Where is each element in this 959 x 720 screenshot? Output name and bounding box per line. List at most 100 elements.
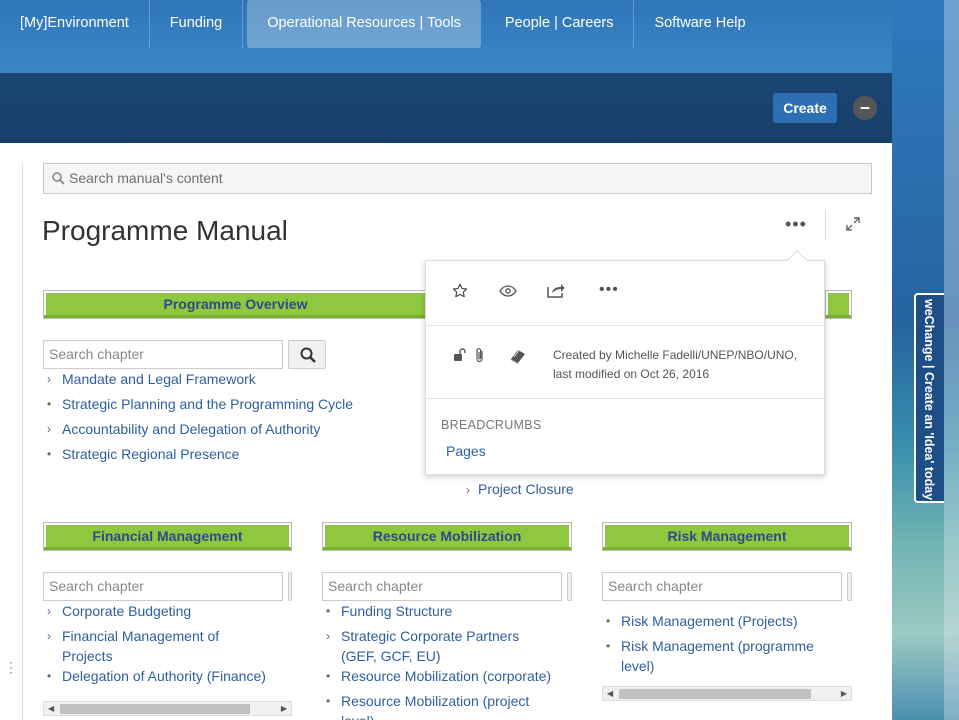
list-item[interactable]: • Risk Management (programme level) bbox=[602, 636, 847, 676]
chapter-search-button[interactable] bbox=[567, 572, 572, 601]
chapter-link[interactable]: Resource Mobilization (project level) bbox=[341, 691, 541, 720]
chapter-list-programme-overview: › Mandate and Legal Framework • Strategic … bbox=[43, 369, 403, 469]
bullet: › bbox=[47, 422, 51, 436]
chapter-search-input[interactable]: Search chapter bbox=[602, 572, 842, 601]
scroll-right-icon[interactable]: ▶ bbox=[841, 687, 847, 701]
list-item[interactable]: • Risk Management (Projects) bbox=[602, 611, 847, 631]
chapter-link[interactable]: Financial Management of Projects bbox=[62, 626, 232, 666]
section-header-financial-management: Financial Management bbox=[43, 522, 292, 551]
chapter-link[interactable]: Delegation of Authority (Finance) bbox=[62, 668, 266, 684]
chapter-search-input[interactable]: Search chapter bbox=[322, 572, 562, 601]
chapter-search-input[interactable]: Search chapter bbox=[43, 340, 283, 369]
list-item[interactable]: › Strategic Corporate Partners (GEF, GCF,… bbox=[322, 626, 567, 666]
search-icon bbox=[52, 172, 65, 185]
page-title: Programme Manual bbox=[42, 215, 288, 246]
drag-handle-icon[interactable]: · · · bbox=[9, 656, 13, 678]
list-item[interactable]: › Financial Management of Projects bbox=[43, 626, 288, 666]
create-button[interactable]: Create bbox=[773, 93, 837, 123]
search-icon bbox=[300, 347, 316, 363]
chapter-link[interactable]: Strategic Regional Presence bbox=[62, 446, 239, 462]
more-actions-button[interactable]: ••• bbox=[785, 214, 807, 235]
more-icon[interactable]: ••• bbox=[599, 281, 619, 299]
bullet: • bbox=[326, 604, 331, 618]
nav-item-software-help[interactable]: Software Help bbox=[634, 0, 765, 48]
scroll-right-icon[interactable]: ▶ bbox=[281, 702, 287, 716]
collapse-button[interactable]: – bbox=[853, 96, 877, 120]
list-item[interactable]: › Accountability and Delegation of Author… bbox=[43, 419, 403, 439]
chapter-link[interactable]: Strategic Corporate Partners (GEF, GCF, … bbox=[341, 626, 531, 666]
popup-actions-row bbox=[426, 261, 824, 326]
list-item[interactable]: › Project Closure bbox=[466, 481, 574, 497]
divider bbox=[22, 163, 23, 720]
horizontal-scrollbar[interactable]: ◀ ▶ bbox=[43, 701, 292, 716]
list-item[interactable]: • Funding Structure bbox=[322, 601, 567, 621]
bullet: • bbox=[47, 447, 52, 461]
wechange-feedback-tab[interactable]: weChange | Create an 'Idea' today! bbox=[914, 293, 944, 505]
chapter-search-button[interactable] bbox=[288, 340, 326, 369]
expand-icon[interactable] bbox=[846, 217, 860, 231]
scroll-left-icon[interactable]: ◀ bbox=[607, 687, 613, 701]
watch-eye-icon[interactable] bbox=[499, 285, 517, 297]
chapter-link[interactable]: Risk Management (programme level) bbox=[621, 636, 831, 676]
chapter-link[interactable]: Risk Management (Projects) bbox=[621, 613, 798, 629]
search-placeholder: Search manual's content bbox=[69, 170, 223, 186]
section-header-risk-management: Risk Management bbox=[602, 522, 852, 551]
chapter-list-financial-management: › Corporate Budgeting › Financial Manageme… bbox=[43, 601, 288, 691]
unlock-icon[interactable] bbox=[453, 348, 467, 362]
chapter-link[interactable]: Funding Structure bbox=[341, 603, 452, 619]
wechange-label: weChange | Create an 'Idea' today! bbox=[922, 299, 936, 505]
list-item[interactable]: • Strategic Planning and the Programming … bbox=[43, 394, 403, 414]
horizontal-scrollbar[interactable]: ◀ ▶ bbox=[602, 686, 852, 701]
list-item[interactable]: • Resource Mobilization (corporate) bbox=[322, 666, 567, 686]
top-navigation: [My]Environment Funding Operational Reso… bbox=[0, 0, 944, 48]
header-band bbox=[0, 73, 892, 143]
chapter-link[interactable]: Corporate Budgeting bbox=[62, 603, 191, 619]
chapter-link[interactable]: Strategic Planning and the Programming C… bbox=[62, 396, 353, 412]
chapter-search-button[interactable] bbox=[288, 572, 292, 601]
bullet: › bbox=[47, 629, 51, 643]
list-item[interactable]: › Mandate and Legal Framework bbox=[43, 369, 403, 389]
bullet: • bbox=[326, 669, 331, 683]
chapter-link[interactable]: Mandate and Legal Framework bbox=[62, 371, 256, 387]
nav-item-funding[interactable]: Funding bbox=[150, 0, 244, 48]
bullet: • bbox=[606, 639, 611, 653]
section-header-programme-overview: Programme Overview bbox=[43, 290, 428, 319]
breadcrumbs-heading: BREADCRUMBS bbox=[441, 418, 542, 432]
divider bbox=[825, 210, 826, 240]
manual-search-input[interactable]: Search manual's content bbox=[43, 163, 872, 194]
nav-item-my-environment[interactable]: [My]Environment bbox=[0, 0, 150, 48]
chapter-search-input[interactable]: Search chapter bbox=[43, 572, 283, 601]
chapter-link[interactable]: Accountability and Delegation of Authori… bbox=[62, 421, 320, 437]
page-actions-popup: ••• Created by Michelle Fadelli/UNEP/NBO… bbox=[425, 250, 825, 475]
scrollbar-thumb[interactable] bbox=[619, 689, 811, 699]
bullet: • bbox=[47, 669, 52, 683]
star-icon[interactable] bbox=[452, 283, 468, 299]
nav-item-people-careers[interactable]: People | Careers bbox=[485, 0, 635, 48]
chapter-list-risk-management: • Risk Management (Projects) • Risk Manage… bbox=[602, 611, 847, 681]
section-header-hidden bbox=[825, 290, 852, 319]
breadcrumb-link-pages[interactable]: Pages bbox=[446, 443, 486, 459]
bullet: • bbox=[326, 694, 331, 708]
nav-item-operational-resources[interactable]: Operational Resources | Tools bbox=[247, 0, 481, 48]
window-scrollbar[interactable] bbox=[944, 0, 959, 720]
bullet: • bbox=[606, 614, 611, 628]
bullet: • bbox=[47, 397, 52, 411]
chapter-search-button[interactable] bbox=[847, 572, 852, 601]
list-item[interactable]: • Resource Mobilization (project level) bbox=[322, 691, 567, 720]
share-icon[interactable] bbox=[547, 282, 565, 298]
created-by-text: Created by Michelle Fadelli/UNEP/NBO/UNO… bbox=[553, 348, 798, 381]
chapter-link[interactable]: Project Closure bbox=[478, 481, 574, 497]
chapter-link[interactable]: Resource Mobilization (corporate) bbox=[341, 668, 551, 684]
bullet: › bbox=[47, 604, 51, 618]
book-icon[interactable] bbox=[509, 348, 527, 364]
scroll-left-icon[interactable]: ◀ bbox=[48, 702, 54, 716]
bullet: › bbox=[466, 483, 470, 497]
attachment-icon[interactable] bbox=[475, 347, 485, 363]
scrollbar-thumb[interactable] bbox=[60, 704, 250, 714]
bullet: › bbox=[47, 372, 51, 386]
bullet: › bbox=[326, 629, 330, 643]
list-item[interactable]: › Corporate Budgeting bbox=[43, 601, 288, 621]
list-item[interactable]: • Strategic Regional Presence bbox=[43, 444, 403, 464]
list-item[interactable]: • Delegation of Authority (Finance) bbox=[43, 666, 288, 686]
section-header-resource-mobilization: Resource Mobilization bbox=[322, 522, 572, 551]
